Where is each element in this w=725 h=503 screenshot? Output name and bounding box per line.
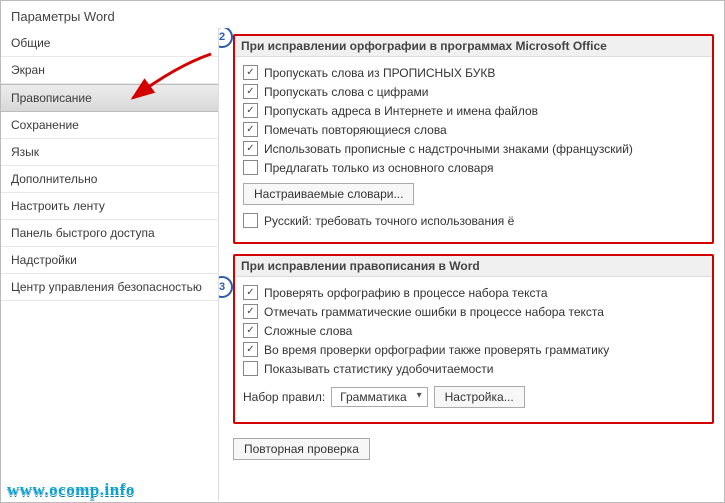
opt-label: Во время проверки орфографии также прове… bbox=[264, 343, 609, 357]
section1-title: При исправлении орфографии в программах … bbox=[235, 36, 712, 57]
section2-title: При исправлении правописания в Word bbox=[235, 256, 712, 277]
nav-addins[interactable]: Надстройки bbox=[1, 247, 218, 274]
opt-compound[interactable]: Сложные слова bbox=[243, 323, 704, 338]
window-title: Параметры Word bbox=[1, 1, 724, 28]
opt-numbers[interactable]: Пропускать слова с цифрами bbox=[243, 84, 704, 99]
custom-dictionaries-button[interactable]: Настраиваемые словари... bbox=[243, 183, 414, 205]
opt-label: Сложные слова bbox=[264, 324, 352, 338]
section-office-spelling: При исправлении орфографии в программах … bbox=[233, 34, 714, 244]
checkbox-icon[interactable] bbox=[243, 141, 258, 156]
opt-label: Помечать повторяющиеся слова bbox=[264, 123, 447, 137]
nav-proofing[interactable]: Правописание bbox=[1, 84, 218, 112]
sidebar: Общие Экран Правописание Сохранение Язык… bbox=[1, 28, 219, 501]
opt-label: Предлагать только из основного словаря bbox=[264, 161, 493, 175]
nav-advanced[interactable]: Дополнительно bbox=[1, 166, 218, 193]
nav-qat[interactable]: Панель быстрого доступа bbox=[1, 220, 218, 247]
checkbox-icon[interactable] bbox=[243, 304, 258, 319]
rule-set-row: Набор правил: Грамматика Настройка... bbox=[243, 382, 704, 412]
nav-general[interactable]: Общие bbox=[1, 30, 218, 57]
opt-label: Показывать статистику удобочитаемости bbox=[264, 362, 493, 376]
checkbox-icon[interactable] bbox=[243, 103, 258, 118]
checkbox-icon[interactable] bbox=[243, 122, 258, 137]
opt-label: Пропускать слова с цифрами bbox=[264, 85, 428, 99]
opt-mark-grammar[interactable]: Отмечать грамматические ошибки в процесс… bbox=[243, 304, 704, 319]
checkbox-icon[interactable] bbox=[243, 285, 258, 300]
opt-repeated[interactable]: Помечать повторяющиеся слова bbox=[243, 122, 704, 137]
checkbox-icon[interactable] bbox=[243, 342, 258, 357]
opt-label: Пропускать слова из ПРОПИСНЫХ БУКВ bbox=[264, 66, 495, 80]
opt-readability[interactable]: Показывать статистику удобочитаемости bbox=[243, 361, 704, 376]
nav-language[interactable]: Язык bbox=[1, 139, 218, 166]
watermark: www.ocomp.info bbox=[7, 480, 135, 500]
nav-trust[interactable]: Центр управления безопасностью bbox=[1, 274, 218, 301]
checkbox-icon[interactable] bbox=[243, 323, 258, 338]
rule-set-select[interactable]: Грамматика bbox=[331, 387, 427, 407]
nav-save[interactable]: Сохранение bbox=[1, 112, 218, 139]
opt-check-spelling[interactable]: Проверять орфографию в процессе набора т… bbox=[243, 285, 704, 300]
opt-russian-yo[interactable]: Русский: требовать точного использования… bbox=[243, 213, 704, 228]
options-window: Параметры Word Общие Экран Правописание … bbox=[0, 0, 725, 503]
opt-grammar-with-spell[interactable]: Во время проверки орфографии также прове… bbox=[243, 342, 704, 357]
recheck-button[interactable]: Повторная проверка bbox=[233, 438, 370, 460]
nav-display[interactable]: Экран bbox=[1, 57, 218, 84]
annotation-badge-2: 2 bbox=[219, 28, 233, 48]
opt-urls[interactable]: Пропускать адреса в Интернете и имена фа… bbox=[243, 103, 704, 118]
main-panel: 1 2 При исправлении орфографии в програм… bbox=[219, 28, 724, 501]
body: Общие Экран Правописание Сохранение Язык… bbox=[1, 28, 724, 501]
opt-label: Русский: требовать точного использования… bbox=[264, 214, 514, 228]
annotation-badge-3: 3 bbox=[219, 276, 233, 298]
checkbox-icon[interactable] bbox=[243, 213, 258, 228]
opt-french[interactable]: Использовать прописные с надстрочными зн… bbox=[243, 141, 704, 156]
checkbox-icon[interactable] bbox=[243, 65, 258, 80]
opt-label: Пропускать адреса в Интернете и имена фа… bbox=[264, 104, 538, 118]
opt-label: Проверять орфографию в процессе набора т… bbox=[264, 286, 548, 300]
opt-label: Отмечать грамматические ошибки в процесс… bbox=[264, 305, 604, 319]
checkbox-icon[interactable] bbox=[243, 84, 258, 99]
rule-set-label: Набор правил: bbox=[243, 390, 325, 404]
section-word-proofing: При исправлении правописания в Word Пров… bbox=[233, 254, 714, 424]
rule-settings-button[interactable]: Настройка... bbox=[434, 386, 525, 408]
checkbox-icon[interactable] bbox=[243, 361, 258, 376]
nav-ribbon[interactable]: Настроить ленту bbox=[1, 193, 218, 220]
opt-uppercase[interactable]: Пропускать слова из ПРОПИСНЫХ БУКВ bbox=[243, 65, 704, 80]
rule-set-value: Грамматика bbox=[340, 390, 406, 404]
checkbox-icon[interactable] bbox=[243, 160, 258, 175]
opt-maindict[interactable]: Предлагать только из основного словаря bbox=[243, 160, 704, 175]
opt-label: Использовать прописные с надстрочными зн… bbox=[264, 142, 633, 156]
